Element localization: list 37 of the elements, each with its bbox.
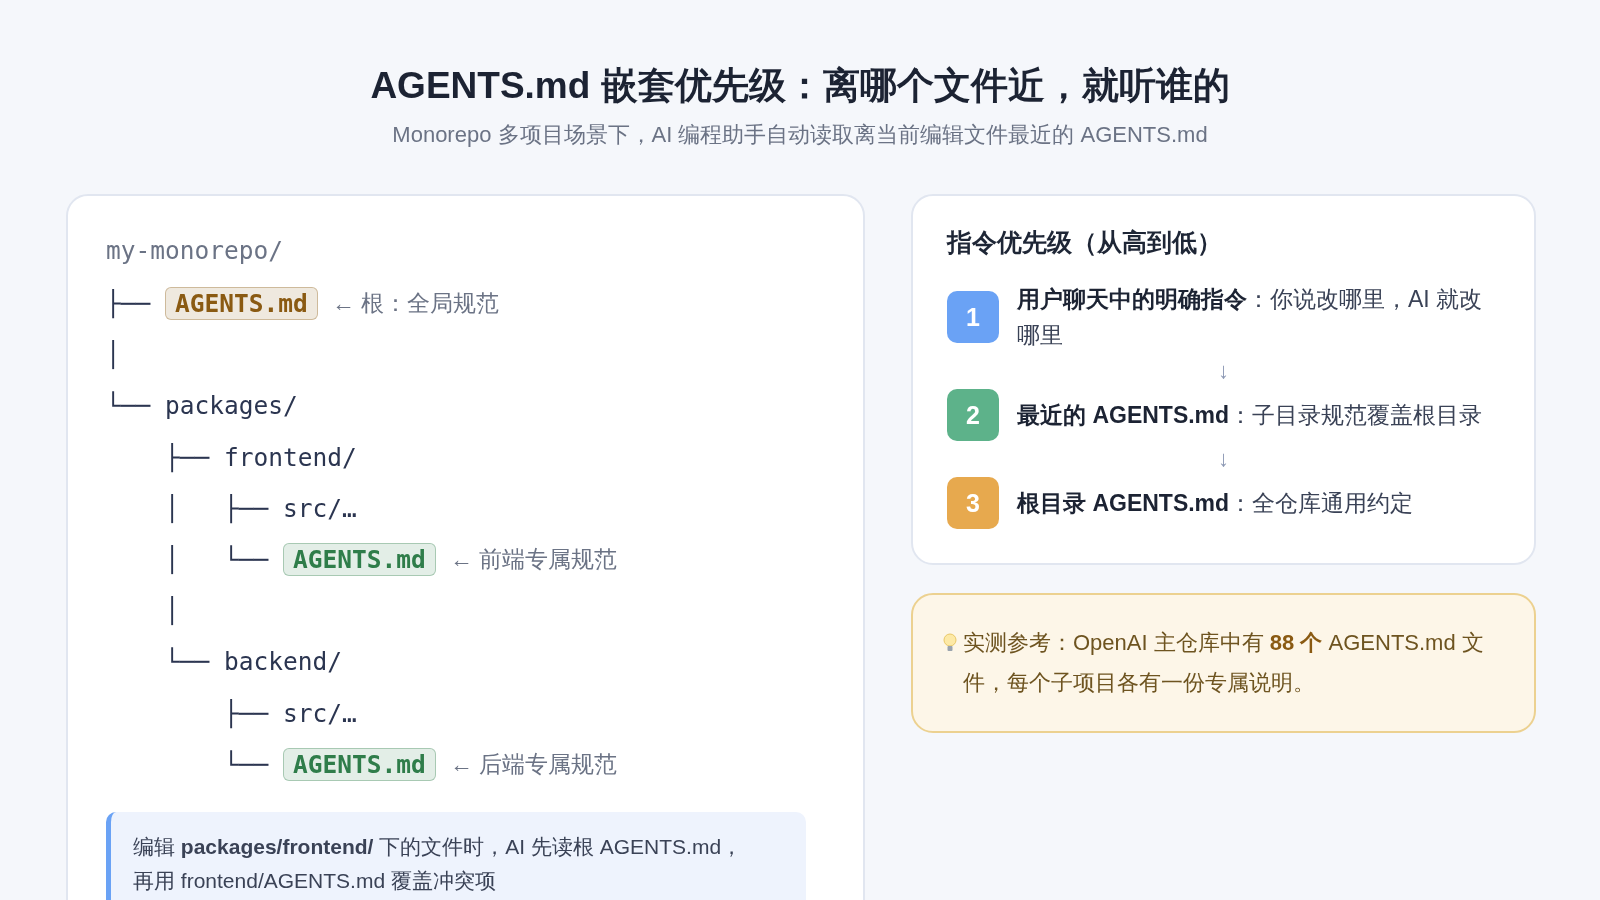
step-number: 2 — [947, 389, 999, 441]
callout-text: 再用 frontend/AGENTS.md 覆盖冲突项 — [133, 867, 497, 894]
step-number: 3 — [947, 477, 999, 529]
tree-branch: └── — [223, 749, 270, 779]
lightbulb-icon — [943, 633, 957, 653]
tree-branch: │ ├── — [164, 493, 270, 523]
folder-name: backend/ — [224, 647, 343, 677]
folder-name: packages/ — [165, 391, 298, 421]
tree-branch: └── — [106, 391, 152, 421]
tree-branch: ├── — [164, 442, 211, 472]
tree-branch: │ — [106, 340, 121, 370]
down-arrow: ↓ — [1217, 445, 1230, 473]
tree-branch: └── — [164, 647, 211, 677]
file-note: ← 前端专属规范 — [449, 545, 618, 575]
priority-title: 指令优先级（从高到低） — [947, 227, 1223, 258]
callout-text: 编辑 packages/frontend/ 下的文件时，AI 先读根 AGENTS.md， — [133, 833, 744, 860]
file-note: ← 后端专属规范 — [449, 749, 618, 779]
file-badge: AGENTS.md — [165, 287, 318, 321]
tree-branch: │ — [164, 596, 180, 626]
folder-name: frontend/ — [224, 442, 357, 472]
tip-text: 实测参考：OpenAI 主仓库中有 88 个 AGENTS.md 文件，每个子项目各有一份专属说明。 — [963, 629, 1485, 697]
down-arrow: ↓ — [1217, 357, 1230, 385]
step-text: 最近的 AGENTS.md：子目录规范覆盖根目录 — [1017, 401, 1483, 430]
tree-branch: ├── — [223, 698, 270, 728]
tree-root: my-monorepo/ — [106, 236, 284, 267]
folder-name: src/… — [283, 493, 357, 523]
page-title: AGENTS.md 嵌套优先级：离哪个文件近，就听谁的 — [369, 64, 1231, 108]
page-subtitle: Monorepo 多项目场景下，AI 编程助手自动读取离当前编辑文件最近的 AGENTS.md — [391, 121, 1209, 149]
tree-branch: │ └── — [164, 545, 270, 575]
step-number: 1 — [947, 291, 999, 343]
step-text: 用户聊天中的明确指令：你说改哪里，AI 就改哪里 — [1017, 285, 1484, 350]
file-badge: AGENTS.md — [283, 747, 436, 781]
tree-branch: ├── — [106, 289, 152, 319]
folder-name: src/… — [283, 698, 357, 728]
step-text: 根目录 AGENTS.md：全仓库通用约定 — [1017, 489, 1414, 518]
file-note: ← 根：全局规范 — [331, 289, 500, 319]
file-badge: AGENTS.md — [283, 543, 436, 577]
